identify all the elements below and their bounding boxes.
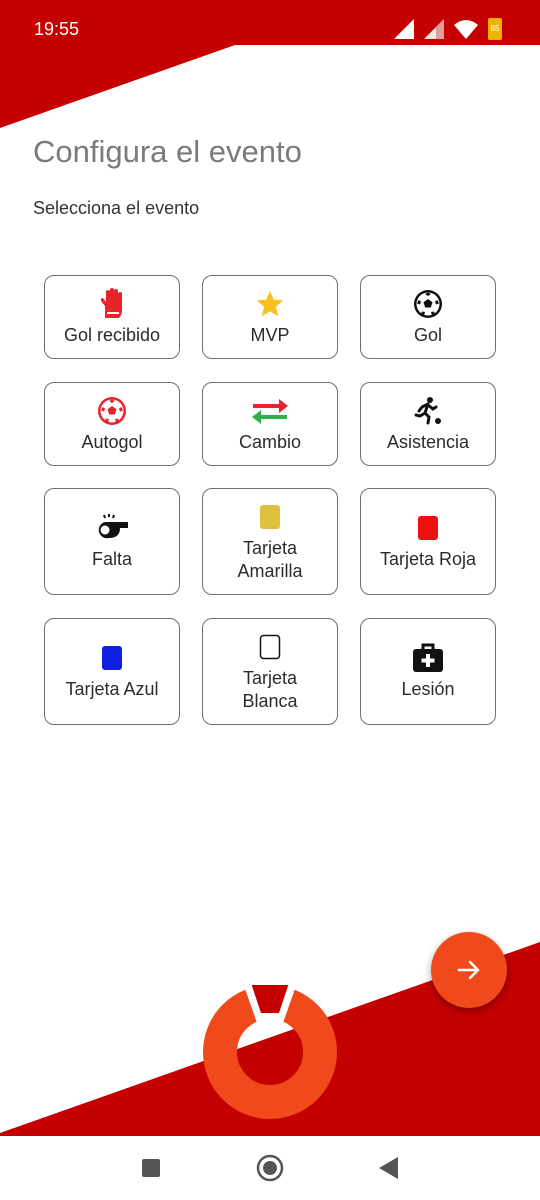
event-label: Tarjeta Azul (65, 679, 159, 699)
event-lesion-button[interactable]: Lesión (360, 618, 496, 725)
page-subtitle: Selecciona el evento (33, 198, 200, 218)
event-tarjeta-amarilla-button[interactable]: Tarjeta Amarilla (202, 488, 338, 595)
event-label: Gol (413, 324, 442, 345)
signal-icon (424, 19, 444, 39)
whistle-icon (98, 514, 128, 539)
event-label: MVP (250, 324, 290, 345)
event-tarjeta-roja-button[interactable]: Tarjeta Roja (360, 488, 496, 595)
wifi-icon (454, 20, 478, 39)
event-gol-button[interactable]: Gol (360, 275, 496, 359)
event-falta-button[interactable]: Falta (44, 488, 180, 595)
red-card-icon (418, 516, 438, 540)
event-label: Autogol (81, 431, 143, 452)
event-label: Lesión (401, 679, 455, 699)
event-cambio-button[interactable]: Cambio (202, 382, 338, 466)
battery-icon: 85 (488, 18, 502, 40)
event-label: Tarjeta Roja (379, 549, 477, 569)
event-tarjeta-azul-button[interactable]: Tarjeta Azul (44, 618, 180, 725)
event-label: Asistencia (386, 431, 470, 452)
home-circle-icon[interactable] (256, 1154, 284, 1182)
red-soccer-ball-icon (98, 396, 126, 425)
blue-card-icon (102, 646, 122, 670)
status-time: 19:55 (34, 19, 80, 39)
app-logo (203, 985, 337, 1119)
event-autogol-button[interactable]: Autogol (44, 382, 180, 466)
status-bar: 19:55 85 (0, 0, 540, 60)
substitution-arrows-icon (252, 398, 288, 424)
event-tarjeta-blanca-button[interactable]: Tarjeta Blanca (202, 618, 338, 725)
yellow-card-icon (260, 504, 280, 529)
next-button[interactable] (431, 932, 507, 1008)
status-icons: 85 (394, 18, 502, 40)
event-label: Tarjeta Blanca (242, 667, 298, 711)
event-mvp-button[interactable]: MVP (202, 275, 338, 359)
kicking-player-icon (414, 396, 441, 424)
back-triangle-icon[interactable] (378, 1156, 400, 1180)
first-aid-kit-icon (413, 643, 443, 672)
signal-icon (394, 19, 414, 39)
goalkeeper-glove-icon (100, 287, 122, 318)
event-label: Cambio (238, 431, 302, 452)
event-label: Tarjeta Amarilla (237, 537, 303, 581)
event-label: Gol recibido (63, 324, 161, 345)
event-label: Falta (91, 549, 133, 569)
white-card-icon (259, 634, 281, 659)
recents-square-icon[interactable] (141, 1158, 161, 1178)
arrow-right-icon (457, 960, 480, 980)
page-title: Configura el evento (33, 134, 302, 169)
battery-level: 85 (490, 24, 500, 33)
event-asistencia-button[interactable]: Asistencia (360, 382, 496, 466)
star-icon (256, 290, 284, 316)
event-gol-recibido-button[interactable]: Gol recibido (44, 275, 180, 359)
system-nav-bar (0, 1136, 540, 1200)
soccer-ball-icon (414, 289, 442, 318)
